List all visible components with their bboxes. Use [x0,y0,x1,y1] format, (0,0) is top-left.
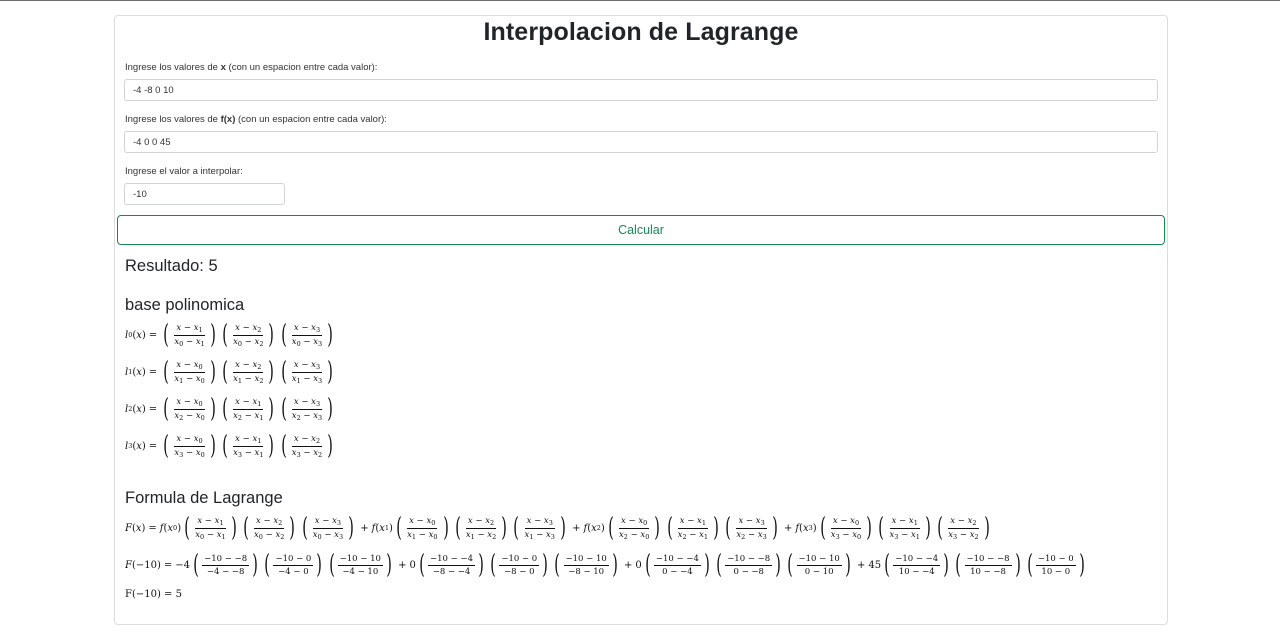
formula-lagrange-heading: Formula de Lagrange [125,489,283,507]
interp-value-input[interactable] [124,183,285,205]
evaluated-formula: F (−10) = −4(−10 − −8 −4 − −8)(−10 − 0 −4 − 0… [125,550,1085,580]
x-values-label: Ingrese los valores de x (con un espacio… [125,62,378,73]
page-title: Interpolacion de Lagrange [483,18,799,46]
l2-formula: l 2(x) =(x − x0 x2 − x0)(x − x1 x2 − x1)(x −… [125,394,334,424]
l1-formula: l 1(x) =(x − x0 x1 − x0)(x − x2 x1 − x2)(x −… [125,357,334,387]
x-values-input[interactable] [124,79,1158,101]
fx-values-label: Ingrese los valores de f(x) (con un espa… [125,114,387,125]
lagrange-card: Interpolacion de Lagrange Ingrese los va… [114,15,1168,625]
final-result-line: F(−10) = 5 [125,589,182,600]
resultado-text: Resultado: 5 [125,257,218,275]
l3-formula: l 3(x) =(x − x0 x3 − x0)(x − x1 x3 − x1)(x −… [125,431,334,461]
general-formula: F(x) = f(x 0)(x − x1 x0 − x1)(x − x2 x0 − x2)… [125,513,990,543]
l0-formula: l 0(x) =(x − x1 x0 − x1)(x − x2 x0 − x2)(x −… [125,320,334,350]
fx-values-input[interactable] [124,131,1158,153]
top-border [0,0,1280,1]
calcular-button[interactable]: Calcular [117,215,1165,245]
interp-value-label: Ingrese el valor a interpolar: [125,166,243,177]
base-polinomica-heading: base polinomica [125,296,245,314]
